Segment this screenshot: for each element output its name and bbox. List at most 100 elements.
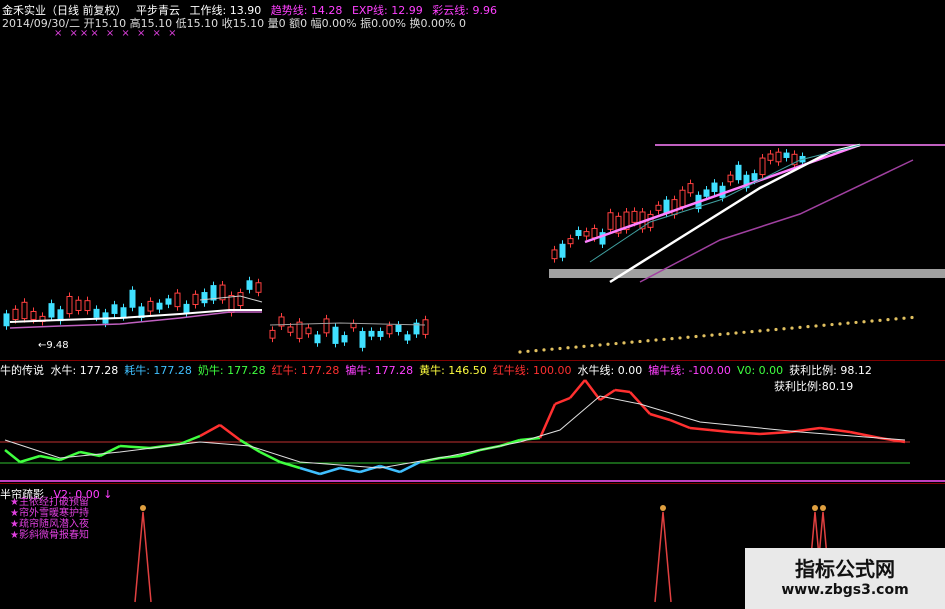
indicator-item: 红牛: 177.28: [272, 362, 340, 378]
dot-marker: [630, 340, 634, 344]
dot-marker: [670, 337, 674, 341]
dot-marker: [542, 348, 546, 352]
bull-line-segment: [759, 430, 791, 436]
candle-body: [783, 152, 790, 158]
candle-body: [332, 326, 339, 344]
candle-body: [93, 308, 100, 318]
panel3-note: ★主依经打破预留: [10, 497, 89, 508]
dot-marker: [598, 343, 602, 347]
candle-body: [759, 157, 766, 176]
dot-marker: [862, 320, 866, 324]
candle-body: [120, 307, 127, 318]
panel3-note: ★影斜微骨报春知: [10, 530, 89, 541]
candle-body: [679, 189, 686, 208]
candle-body: [237, 292, 244, 307]
bull-line-segment: [584, 379, 601, 401]
indicator-item-label: 红牛:: [271, 364, 298, 377]
candle-body: [156, 302, 163, 310]
dot-marker: [726, 332, 730, 336]
chart-canvas[interactable]: [0, 0, 945, 609]
candle-body: [129, 289, 136, 308]
profit-ratio: 获利比例:80.19: [774, 378, 853, 394]
watermark-badge: 指标公式网 www.zbgs3.com: [745, 548, 945, 609]
candle-body: [269, 329, 276, 339]
dot-marker: [830, 322, 834, 327]
bull-line-segment: [649, 412, 671, 422]
indicator-header: 牛的传说 水牛: 177.28 耗牛: 177.28 奶牛: 177.28 红牛: 1…: [0, 362, 878, 378]
candle-body: [359, 331, 366, 348]
indicator-name[interactable]: 牛的传说: [0, 362, 44, 378]
candle-body: [341, 335, 348, 343]
panel3-note: ★疏帘随风潜入夜: [10, 519, 89, 530]
candle-body: [655, 204, 662, 211]
dot-marker: [798, 325, 802, 329]
dot-marker: [766, 328, 770, 332]
candle-body: [395, 324, 402, 332]
bull-line-segment: [538, 403, 557, 439]
candle-body: [551, 249, 558, 260]
watermark-title: 指标公式网: [795, 557, 895, 581]
dot-marker: [558, 346, 562, 351]
candle-body: [687, 183, 694, 194]
bull-line-segment: [219, 424, 241, 441]
bull-line-segment: [119, 444, 151, 450]
candle-body: [12, 308, 19, 321]
dot-marker: [590, 344, 594, 348]
dot-marker: [854, 320, 858, 325]
dot-marker: [878, 318, 882, 322]
bull-line-segment: [199, 423, 221, 438]
candle-body: [147, 300, 154, 312]
dot-marker: [550, 347, 554, 351]
indicator-item-label: 获利比例:: [789, 364, 837, 377]
dot-marker: [638, 339, 642, 344]
down-arrow-icon: ↓: [103, 488, 113, 501]
candle-body: [386, 325, 393, 335]
indicator-item: 水牛: 177.28: [51, 362, 119, 378]
indicator-item-label: 红牛线:: [492, 364, 530, 377]
indicator-item-label: 耗牛:: [124, 364, 150, 377]
bull-line-segment: [99, 444, 121, 458]
dot-marker: [758, 329, 762, 333]
indicator-item-label: 奶牛:: [197, 364, 224, 377]
candle-body: [75, 299, 82, 311]
indicator-item-value: 177.28: [223, 364, 266, 377]
candle-body: [30, 310, 37, 320]
panel3-note: ★帘外雪暖寒护持: [10, 508, 89, 519]
dot-marker: [622, 341, 626, 345]
bull-line-segment: [554, 396, 571, 406]
bull-line-segment: [339, 466, 361, 474]
candle-body: [583, 231, 590, 237]
candle-body: [711, 182, 718, 192]
dot-marker: [710, 333, 714, 337]
gray-band: [549, 269, 945, 278]
ma-gray-mid: [269, 322, 426, 326]
dot-marker: [774, 327, 778, 332]
dot-marker: [718, 332, 722, 336]
candle-body: [21, 301, 28, 320]
dot-marker: [534, 348, 538, 353]
indicator-item: 水牛线: 0.00: [578, 362, 643, 378]
dot-marker: [870, 319, 874, 323]
indicator-item-value: 98.12: [836, 364, 872, 377]
candle-body: [48, 303, 55, 318]
dot-marker: [566, 346, 570, 350]
candle-body: [575, 230, 582, 236]
bull-line-segment: [299, 466, 321, 476]
indicator-item-label: 犏牛线:: [648, 364, 685, 377]
candle-body: [404, 334, 411, 341]
indicator-item: 犏牛线: -100.00: [648, 362, 731, 378]
dot-marker: [614, 341, 618, 346]
indicator-item-label: 黄牛:: [419, 364, 445, 377]
indicator-item-value: 0.00: [614, 364, 643, 377]
candle-body: [3, 313, 10, 327]
trend-line: [584, 143, 861, 244]
indicator-item-value: 177.28: [76, 364, 119, 377]
dot-marker: [686, 335, 690, 339]
candle-body: [775, 151, 782, 163]
indicator-item: 红牛线: 100.00: [493, 362, 572, 378]
candle-body: [703, 189, 710, 197]
dot-marker: [910, 315, 914, 320]
bull-line-segment: [379, 464, 401, 474]
indicator-item-value: 177.28: [371, 364, 414, 377]
candle-body: [246, 280, 253, 290]
